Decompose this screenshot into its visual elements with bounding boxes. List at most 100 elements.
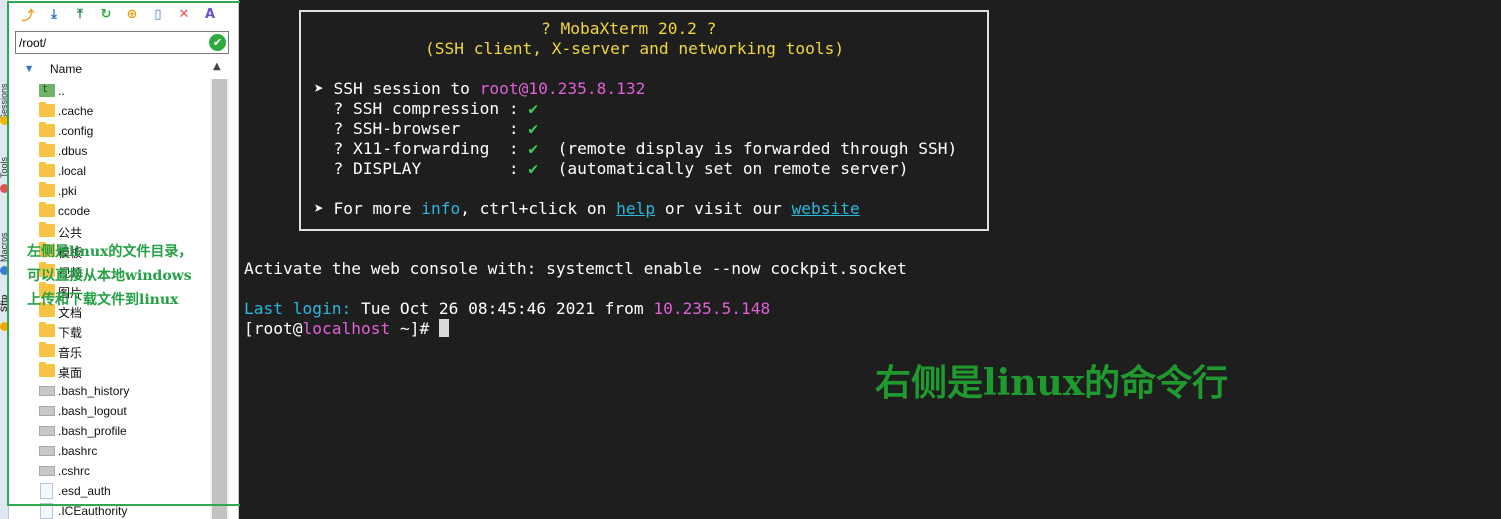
- file-icon: [39, 386, 55, 396]
- tab-sftp[interactable]: Sftp: [0, 282, 8, 313]
- file-row[interactable]: .bash_profile: [37, 421, 207, 441]
- file-icon: [39, 406, 55, 416]
- folder-icon: [39, 122, 55, 137]
- tab-macros[interactable]: Macros: [0, 196, 8, 262]
- file-row[interactable]: 下载: [37, 321, 207, 341]
- file-name: 桌面: [58, 366, 83, 380]
- go-check-icon[interactable]: ✔: [209, 34, 226, 51]
- folder-icon: [39, 202, 55, 217]
- path-input[interactable]: [19, 35, 199, 51]
- column-header[interactable]: ▼ Name ▲: [21, 61, 229, 77]
- upload-icon[interactable]: ⤒: [69, 4, 91, 24]
- file-row[interactable]: ..: [37, 81, 207, 101]
- check-icon: ✔: [528, 99, 539, 118]
- more-mid: , ctrl+click on: [460, 199, 617, 218]
- delete-icon[interactable]: ✕: [173, 4, 195, 24]
- parent-folder-icon[interactable]: ⤴: [17, 4, 39, 24]
- file-name: .config: [58, 124, 94, 138]
- ssh-session-line: ➤ SSH session to root@10.235.8.132: [314, 79, 645, 99]
- more-or: or visit our: [655, 199, 792, 218]
- sort-arrow-icon: ▼: [26, 64, 33, 73]
- file-icon: [39, 466, 55, 476]
- file-row[interactable]: .cache: [37, 101, 207, 121]
- star-icon: [0, 116, 8, 125]
- file-row[interactable]: .cshrc: [37, 461, 207, 481]
- file-name: .bash_logout: [58, 404, 127, 418]
- more-info-line: ➤ For more info, ctrl+click on help or v…: [314, 199, 860, 219]
- last-login-line: Last login: Tue Oct 26 08:45:46 2021 fro…: [244, 299, 770, 319]
- left-annotation-line: 可以直接从本地windows: [27, 268, 192, 284]
- file-name: .bash_history: [58, 384, 130, 398]
- refresh-icon[interactable]: ↻: [95, 4, 117, 24]
- rename-icon[interactable]: A: [199, 4, 221, 24]
- file-row[interactable]: .bash_logout: [37, 401, 207, 421]
- tools-icon: [0, 184, 8, 193]
- info-link[interactable]: info: [421, 199, 460, 218]
- file-name: ccode: [58, 204, 91, 218]
- file-row[interactable]: .pki: [37, 181, 207, 201]
- file-row[interactable]: 公共: [37, 221, 207, 241]
- file-name: .bashrc: [58, 444, 98, 458]
- new-folder-icon[interactable]: ⊕: [121, 4, 143, 24]
- file-name: .esd_auth: [58, 484, 111, 498]
- file-row[interactable]: 桌面: [37, 361, 207, 381]
- file-row[interactable]: .bashrc: [37, 441, 207, 461]
- tab-sessions[interactable]: Sessions: [0, 40, 8, 120]
- file-name: .bash_profile: [58, 424, 127, 438]
- last-login-value: Tue Oct 26 08:45:46 2021 from: [351, 299, 654, 318]
- file-row[interactable]: .config: [37, 121, 207, 141]
- last-login-label: Last login:: [244, 299, 352, 318]
- path-bar: ✔: [15, 31, 229, 54]
- download-icon[interactable]: ⤓: [43, 4, 65, 24]
- file-row[interactable]: ccode: [37, 201, 207, 221]
- file-row[interactable]: .local: [37, 161, 207, 181]
- file-name: .cache: [58, 104, 94, 118]
- option-line: ? X11-forwarding : ✔ (remote display is …: [314, 139, 957, 159]
- option-note: (automatically set on remote server): [538, 159, 909, 178]
- file-icon: [39, 446, 55, 456]
- file-name: 音乐: [58, 346, 83, 360]
- shell-prompt[interactable]: [root@localhost ~]#: [244, 319, 449, 339]
- check-icon: ✔: [528, 119, 539, 138]
- file-name: .dbus: [58, 144, 88, 158]
- macros-icon: [0, 266, 8, 275]
- prompt-open: [root@: [244, 319, 303, 338]
- folder-icon: [39, 222, 55, 237]
- file-row[interactable]: 音乐: [37, 341, 207, 361]
- file-name: 公共: [58, 226, 83, 240]
- option-label: ? DISPLAY :: [314, 159, 529, 178]
- prompt-close: ~]#: [390, 319, 439, 338]
- terminal[interactable]: ? MobaXterm 20.2 ? (SSH client, X-server…: [240, 0, 1501, 519]
- option-line: ? DISPLAY : ✔ (automatically set on remo…: [314, 159, 909, 179]
- prompt-host: localhost: [302, 319, 391, 338]
- file-icon: [39, 426, 55, 436]
- help-link[interactable]: help: [616, 199, 655, 218]
- file-row[interactable]: .bash_history: [37, 381, 207, 401]
- file-icon: [40, 483, 53, 499]
- parent-dir-icon: [39, 82, 55, 97]
- file-name: .pki: [58, 184, 77, 198]
- file-row[interactable]: .ICEauthority: [37, 501, 207, 519]
- scroll-up-icon[interactable]: ▲: [213, 61, 221, 72]
- sftp-icon: [0, 322, 8, 331]
- file-name: .cshrc: [58, 464, 91, 478]
- folder-icon: [39, 102, 55, 117]
- folder-icon: [39, 342, 55, 357]
- side-tab-strip: Sessions Tools Macros Sftp: [0, 0, 9, 519]
- left-annotation-line: 左侧是linux的文件目录，: [27, 244, 193, 260]
- file-row[interactable]: .dbus: [37, 141, 207, 161]
- website-link[interactable]: website: [792, 199, 860, 218]
- left-annotation-line: 上传和下载文件到linux: [27, 292, 179, 308]
- tab-tools[interactable]: Tools: [0, 132, 8, 178]
- new-file-icon[interactable]: ▯: [147, 4, 169, 24]
- last-login-ip: 10.235.5.148: [653, 299, 771, 318]
- folder-icon: [39, 362, 55, 377]
- ssh-prefix: ➤ SSH session to: [314, 79, 480, 98]
- name-column-label: Name: [50, 62, 83, 76]
- banner-title: ? MobaXterm 20.2 ?: [541, 19, 717, 38]
- option-label: ? SSH-browser :: [314, 119, 529, 138]
- activate-console-line: Activate the web console with: systemctl…: [244, 259, 907, 278]
- folder-icon: [39, 182, 55, 197]
- file-row[interactable]: .esd_auth: [37, 481, 207, 501]
- option-label: ? X11-forwarding :: [314, 139, 529, 158]
